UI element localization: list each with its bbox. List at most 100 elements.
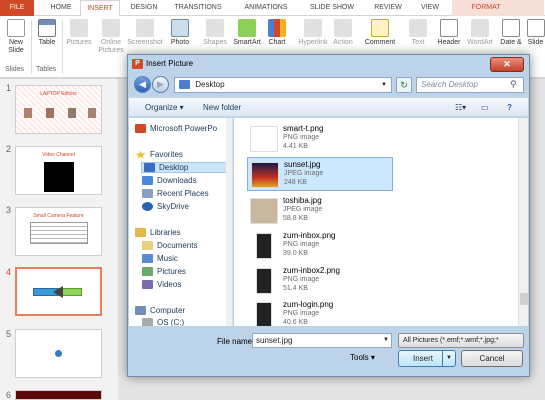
tab-view[interactable]: VIEW [414,0,446,16]
close-button[interactable]: ✕ [490,57,524,72]
nav-item-recent-places[interactable]: Recent Places [142,189,209,199]
chart-button[interactable]: Chart [264,19,290,47]
slide-thumbnail-2[interactable]: Video Channel [15,146,102,195]
slide-thumbnail-1[interactable]: LAPTOP Editors [15,85,102,134]
nav-item-videos[interactable]: Videos [142,280,182,290]
nav-item-desktop[interactable]: Desktop [141,162,227,174]
slide-thumbnail-4[interactable] [15,267,102,316]
nav-item-powerpoint[interactable]: Microsoft PowerPo [135,124,217,134]
nav-label: Documents [157,241,198,250]
slide-number: 6 [6,390,12,400]
new-slide-button[interactable]: New Slide [3,19,29,55]
forward-button[interactable]: ▶ [152,76,169,93]
nav-item-skydrive[interactable]: SkyDrive [142,202,189,212]
header-label: Header [437,39,461,46]
back-arrow-icon: ◀ [139,79,146,89]
file-thumbnail [256,268,272,294]
slide-thumbnail-3[interactable]: Small Camera Feature [15,207,102,256]
comment-label: Comment [364,39,396,46]
file-item[interactable]: smart-t.png PNG image 4.41 KB [247,122,393,156]
tab-insert[interactable]: INSERT [80,0,120,17]
file-item-selected[interactable]: sunset.jpg JPEG image 248 KB [247,157,393,191]
nav-item-documents[interactable]: Documents [142,241,198,251]
tab-format[interactable]: FORMAT [462,0,510,16]
smartart-icon [238,19,256,37]
nav-item-downloads[interactable]: Downloads [142,176,197,186]
view-options-icon[interactable]: ☷▾ [455,103,466,112]
libraries-icon [135,228,146,238]
recent-places-icon [142,189,153,199]
text-box-button[interactable]: Text [406,19,430,47]
refresh-button[interactable]: ↻ [396,77,412,93]
nav-scrollbar[interactable] [226,118,232,326]
nav-label: Pictures [157,267,186,276]
header-footer-button[interactable]: Header [434,19,464,47]
address-dropdown-icon[interactable]: ▼ [381,78,387,92]
file-name-input[interactable]: sunset.jpg [252,333,392,348]
address-bar[interactable]: Desktop ▼ [174,77,392,93]
help-icon[interactable]: ? [507,103,512,112]
pictures-label: Pictures [66,39,92,46]
nav-item-libraries[interactable]: Libraries [135,228,181,238]
tab-design[interactable]: DESIGN [124,0,164,16]
file-list-scrollbar[interactable] [518,118,528,326]
slide-title: Video Channel [42,152,75,158]
file-item[interactable]: zum-inbox2.png PNG image 51.4 KB [247,264,393,298]
table-button[interactable]: Table [34,19,60,47]
screenshot-button[interactable]: Screenshot [126,19,164,47]
preview-pane-icon[interactable]: ▭ [481,103,489,112]
tab-home[interactable]: HOME [44,0,78,16]
tools-menu[interactable]: Tools ▾ [350,353,375,362]
slide-number-button[interactable]: Slide [526,19,545,47]
slide-thumbnail-5[interactable] [15,329,102,378]
comment-button[interactable]: Comment [362,19,398,47]
file-type-filter[interactable]: All Pictures (*.emf;*.wmf;*.jpg;* [398,333,524,348]
organize-button[interactable]: Organize ▾ [145,103,184,112]
wordart-button[interactable]: WordArt [464,19,496,47]
scrollbar-thumb[interactable] [520,293,528,305]
file-item[interactable]: zum-login.png PNG image 40.6 KB [247,298,393,326]
cancel-button[interactable]: Cancel [461,350,523,367]
nav-item-pictures[interactable]: Pictures [142,267,186,277]
search-input[interactable]: Search Desktop [416,77,524,93]
tab-review[interactable]: REVIEW [368,0,408,16]
calendar-icon [502,19,520,37]
action-button[interactable]: Action [330,19,356,47]
photo-album-button[interactable]: Photo [166,19,194,47]
date-time-button[interactable]: Date & [498,19,524,47]
tab-transitions[interactable]: TRANSITIONS [168,0,228,16]
tab-slide-show[interactable]: SLIDE SHOW [304,0,360,16]
hyperlink-button[interactable]: Hyperlink [296,19,330,47]
tab-animations[interactable]: ANIMATIONS [236,0,296,16]
desktop-folder-icon [179,80,190,90]
screenshot-label: Screenshot [127,39,163,46]
group-separator [62,20,63,74]
pictures-button[interactable]: Pictures [64,19,94,47]
videos-icon [142,280,153,290]
file-item[interactable]: toshiba.jpg JPEG image 58.8 KB [247,194,393,228]
hyperlink-icon [304,19,322,37]
smartart-button[interactable]: SmartArt [230,19,264,47]
file-name-dropdown-icon[interactable]: ▼ [381,334,391,347]
file-name: toshiba.jpg [283,196,322,205]
navigation-pane: Microsoft PowerPo Favorites Desktop Down… [129,118,233,326]
text-label: Text [411,39,425,46]
online-pictures-icon [102,19,120,37]
nav-item-os-c[interactable]: OS (C:) [142,318,184,326]
file-item[interactable]: zum-inbox.png PNG image 39.0 KB [247,229,393,263]
nav-item-computer[interactable]: Computer [135,306,185,316]
shapes-button[interactable]: Shapes [200,19,230,47]
nav-item-music[interactable]: Music [142,254,178,264]
back-button[interactable]: ◀ [134,76,151,93]
refresh-icon: ↻ [400,80,408,90]
desktop-icon [144,163,155,173]
file-thumbnail [250,126,278,152]
nav-label: Videos [157,280,182,289]
slide-title: Small Camera Feature [33,213,84,219]
slide-thumbnail-6[interactable] [15,390,102,400]
online-pictures-button[interactable]: Online Pictures [96,19,126,55]
file-name-label: File name: [217,337,255,346]
insert-options-dropdown[interactable]: ▼ [442,351,455,366]
new-folder-button[interactable]: New folder [203,103,241,112]
nav-item-favorites[interactable]: Favorites [135,150,183,159]
